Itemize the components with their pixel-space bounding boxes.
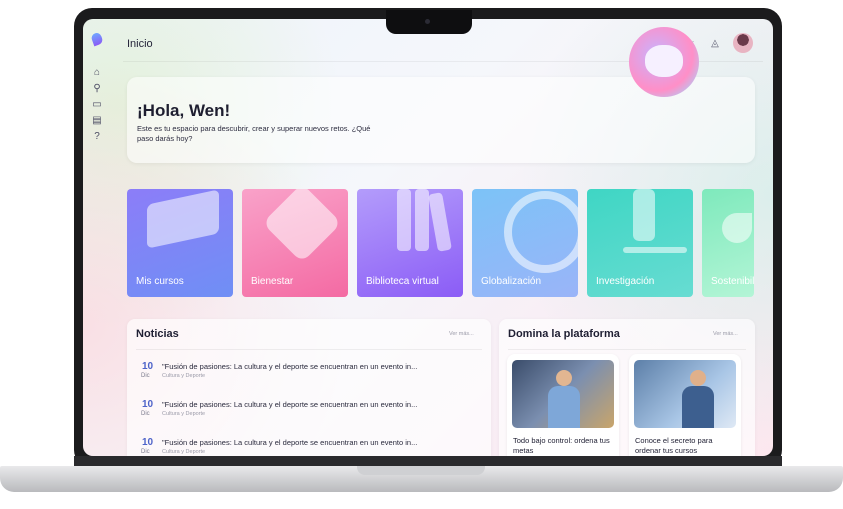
graduation-cap-icon[interactable]: ⚲ xyxy=(91,83,103,95)
laptop-opening-notch xyxy=(357,466,485,475)
divider xyxy=(508,349,746,350)
microscope-base xyxy=(623,247,687,253)
avatar[interactable] xyxy=(733,33,753,53)
book-icon xyxy=(397,189,411,251)
card-bienestar[interactable]: Bienestar xyxy=(242,189,348,297)
presenter-body xyxy=(548,386,580,428)
calendar-icon[interactable]: ▭ xyxy=(91,99,103,111)
globe-icon xyxy=(504,191,578,273)
camera-icon xyxy=(425,19,430,24)
card-globalizacion[interactable]: Globalización xyxy=(472,189,578,297)
home-icon[interactable]: ⌂ xyxy=(91,67,103,79)
book-icon xyxy=(428,192,452,252)
leaf-icon xyxy=(722,213,752,243)
screen: ⌂ ⚲ ▭ ▤ ? Inicio ⊙ ☆ ◬ ¡Hola, Wen! Este … xyxy=(83,19,773,456)
news-day: 10 xyxy=(142,399,154,410)
card-label: Globalización xyxy=(481,276,542,287)
page-title: Inicio xyxy=(127,38,153,50)
presenter-head xyxy=(690,370,706,386)
news-headline: "Fusión de pasiones: La cultura y el dep… xyxy=(162,438,418,447)
mascot-face xyxy=(645,45,683,77)
card-label: Mis cursos xyxy=(136,276,184,287)
news-day: 10 xyxy=(142,361,154,372)
welcome-title: ¡Hola, Wen! xyxy=(137,101,231,120)
news-headline: "Fusión de pasiones: La cultura y el dep… xyxy=(162,362,418,371)
help-icon[interactable]: ? xyxy=(91,131,103,143)
news-month: Dic xyxy=(141,373,150,379)
book-icon xyxy=(415,189,429,251)
card-sostenibilidad[interactable]: Sostenibilidad xyxy=(702,189,754,297)
presenter-body xyxy=(682,386,714,428)
graduation-cap-icon xyxy=(147,189,219,249)
platform-title: Domina la plataforma xyxy=(508,328,620,340)
card-icon[interactable]: ▤ xyxy=(91,115,103,127)
news-panel: Noticias Ver más... 10 Dic "Fusión de pa… xyxy=(127,319,491,456)
video-title: Todo bajo control: ordena tus metas xyxy=(513,436,610,455)
card-label: Biblioteca virtual xyxy=(366,276,439,287)
app-logo xyxy=(90,31,104,47)
microscope-icon xyxy=(633,189,655,241)
video-title: Conoce el secreto para ordenar tus curso… xyxy=(635,436,713,455)
card-label: Sostenibilidad xyxy=(711,276,754,287)
news-item[interactable]: 10 Dic "Fusión de pasiones: La cultura y… xyxy=(136,361,476,391)
card-biblioteca-virtual[interactable]: Biblioteca virtual xyxy=(357,189,463,297)
heart-icon xyxy=(262,189,342,263)
video-thumbnail[interactable] xyxy=(512,360,614,428)
news-item[interactable]: 10 Dic "Fusión de pasiones: La cultura y… xyxy=(136,437,476,456)
news-category: Cultura y Deporte xyxy=(162,373,206,379)
divider xyxy=(136,349,482,350)
news-category: Cultura y Deporte xyxy=(162,411,206,417)
news-title: Noticias xyxy=(136,328,179,340)
news-month: Dic xyxy=(141,411,150,417)
news-month: Dic xyxy=(141,449,150,455)
video-card[interactable]: Todo bajo control: ordena tus metas xyxy=(507,354,619,456)
card-label: Bienestar xyxy=(251,276,294,287)
platform-panel: Domina la plataforma Ver más... Todo baj… xyxy=(499,319,755,456)
card-mis-cursos[interactable]: Mis cursos xyxy=(127,189,233,297)
welcome-text: Este es tu espacio para descubrir, crear… xyxy=(137,124,371,143)
news-category: Cultura y Deporte xyxy=(162,449,206,455)
news-day: 10 xyxy=(142,437,154,448)
notifications-icon[interactable]: ◬ xyxy=(709,38,721,50)
sidebar: ⌂ ⚲ ▭ ▤ ? xyxy=(83,19,111,456)
video-card[interactable]: Conoce el secreto para ordenar tus curso… xyxy=(629,354,741,456)
news-headline: "Fusión de pasiones: La cultura y el dep… xyxy=(162,400,418,409)
presenter-head xyxy=(556,370,572,386)
news-item[interactable]: 10 Dic "Fusión de pasiones: La cultura y… xyxy=(136,399,476,429)
video-thumbnail[interactable] xyxy=(634,360,736,428)
news-more-link[interactable]: Ver más... xyxy=(449,331,474,337)
platform-more-link[interactable]: Ver más... xyxy=(713,331,738,337)
card-label: Investigación xyxy=(596,276,655,287)
card-investigacion[interactable]: Investigación xyxy=(587,189,693,297)
